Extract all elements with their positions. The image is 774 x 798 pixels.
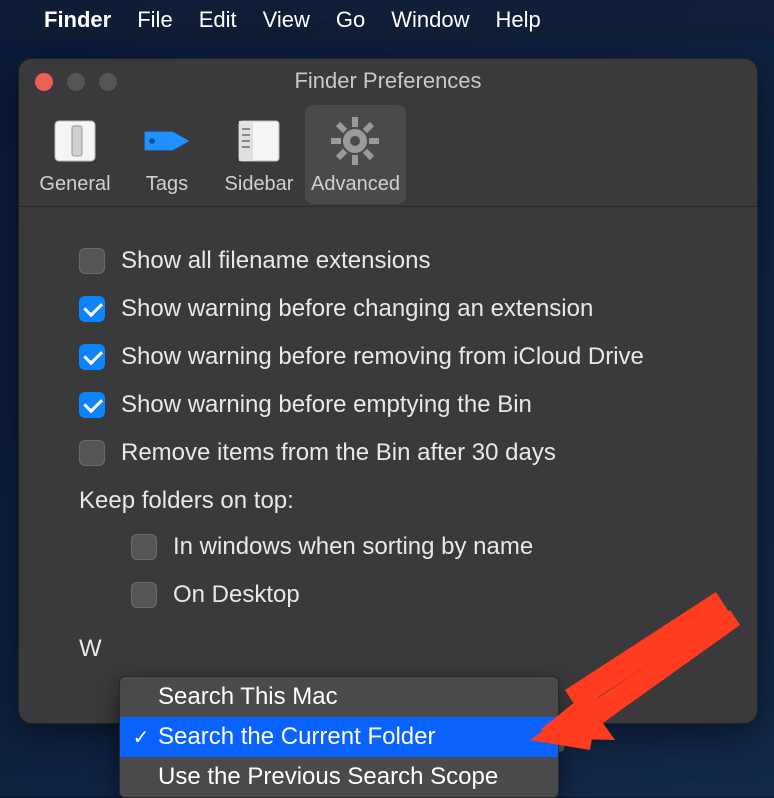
- folders-top-desktop-checkbox[interactable]: [131, 582, 157, 608]
- option-label: Show warning before emptying the Bin: [121, 391, 532, 419]
- search-section-label-partial: W: [79, 635, 727, 663]
- titlebar: Finder Preferences: [19, 59, 757, 103]
- warn-empty-bin-checkbox[interactable]: [79, 392, 105, 418]
- tab-label: Advanced: [311, 173, 400, 196]
- option-label: Show warning before removing from iCloud…: [121, 343, 644, 371]
- search-option-this-mac[interactable]: Search This Mac: [120, 677, 558, 717]
- option-row: In windows when sorting by name: [131, 533, 727, 561]
- app-menu[interactable]: Finder: [44, 7, 111, 33]
- remove-after-30-days-checkbox[interactable]: [79, 440, 105, 466]
- switch-icon: [47, 113, 103, 169]
- search-option-current-folder[interactable]: ✓ Search the Current Folder: [120, 717, 558, 757]
- option-row: Show warning before removing from iCloud…: [79, 343, 727, 371]
- tab-sidebar[interactable]: Sidebar: [213, 105, 305, 204]
- sidebar-icon: [231, 113, 287, 169]
- menu-help[interactable]: Help: [496, 7, 541, 33]
- show-extensions-checkbox[interactable]: [79, 248, 105, 274]
- option-label: Show all filename extensions: [121, 247, 431, 275]
- window-zoom-button[interactable]: [99, 73, 117, 91]
- popup-item-label: Search This Mac: [158, 683, 338, 711]
- menu-window[interactable]: Window: [391, 7, 469, 33]
- traffic-lights: [35, 73, 117, 91]
- search-scope-popup: Search This Mac ✓ Search the Current Fol…: [119, 676, 559, 798]
- tag-icon: [139, 113, 195, 169]
- window-close-button[interactable]: [35, 73, 53, 91]
- menu-bar: Finder File Edit View Go Window Help: [0, 0, 774, 40]
- folders-top-windows-checkbox[interactable]: [131, 534, 157, 560]
- option-row: Remove items from the Bin after 30 days: [79, 439, 727, 467]
- option-row: On Desktop: [131, 581, 727, 609]
- menu-view[interactable]: View: [263, 7, 310, 33]
- window-minimize-button[interactable]: [67, 73, 85, 91]
- advanced-pane: Show all filename extensions Show warnin…: [19, 207, 757, 723]
- prefs-toolbar: General Tags Sid: [19, 103, 757, 207]
- tab-label: General: [39, 173, 110, 196]
- menu-file[interactable]: File: [137, 7, 172, 33]
- option-row: Show warning before emptying the Bin: [79, 391, 727, 419]
- finder-preferences-window: Finder Preferences General Tags: [18, 58, 758, 724]
- window-title: Finder Preferences: [294, 68, 481, 94]
- check-icon: ✓: [130, 725, 152, 750]
- popup-item-label: Search the Current Folder: [158, 723, 435, 751]
- tab-label: Tags: [146, 173, 188, 196]
- option-label: On Desktop: [173, 581, 300, 609]
- menu-go[interactable]: Go: [336, 7, 365, 33]
- tab-label: Sidebar: [225, 173, 294, 196]
- tab-general[interactable]: General: [29, 105, 121, 204]
- warn-change-extension-checkbox[interactable]: [79, 296, 105, 322]
- option-label: In windows when sorting by name: [173, 533, 533, 561]
- option-row: Show all filename extensions: [79, 247, 727, 275]
- popup-item-label: Use the Previous Search Scope: [158, 763, 498, 791]
- keep-on-top-label: Keep folders on top:: [79, 487, 727, 515]
- menu-edit[interactable]: Edit: [199, 7, 237, 33]
- option-label: Remove items from the Bin after 30 days: [121, 439, 556, 467]
- tab-advanced[interactable]: Advanced: [305, 105, 406, 204]
- option-row: Show warning before changing an extensio…: [79, 295, 727, 323]
- search-option-previous-scope[interactable]: Use the Previous Search Scope: [120, 757, 558, 797]
- option-label: Show warning before changing an extensio…: [121, 295, 593, 323]
- tab-tags[interactable]: Tags: [121, 105, 213, 204]
- warn-remove-icloud-checkbox[interactable]: [79, 344, 105, 370]
- gear-icon: [327, 113, 383, 169]
